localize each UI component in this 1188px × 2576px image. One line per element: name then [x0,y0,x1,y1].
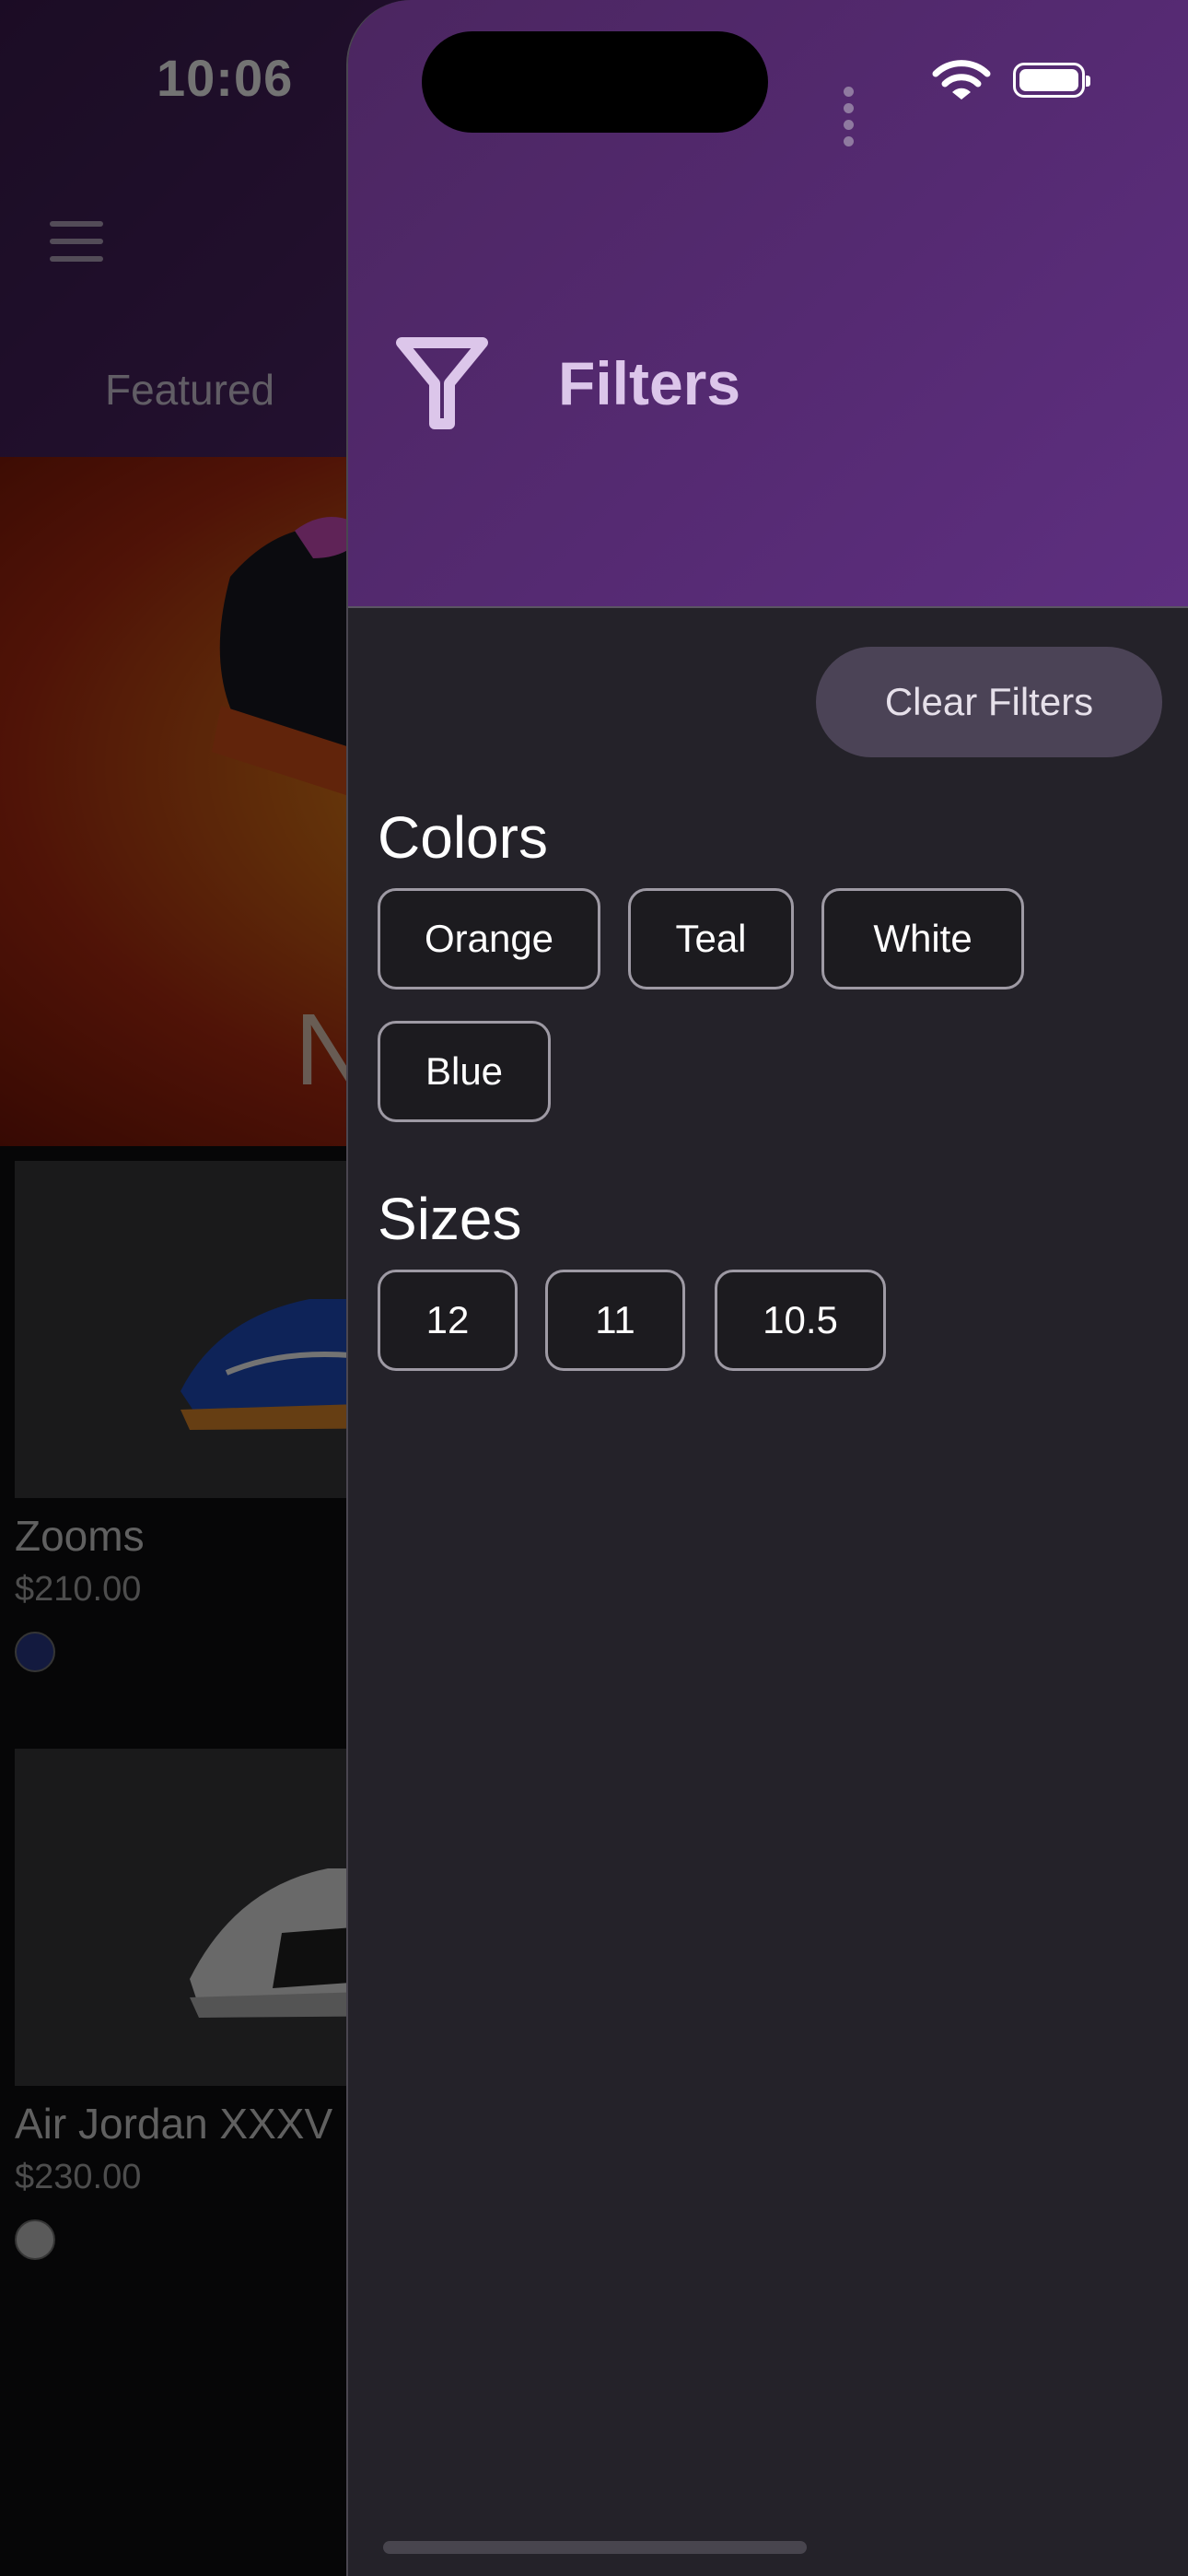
color-swatch[interactable] [15,1632,55,1672]
size-chip-11[interactable]: 11 [545,1270,685,1371]
clear-filters-button[interactable]: Clear Filters [816,647,1162,757]
color-chip-orange[interactable]: Orange [378,888,600,989]
color-chip-white[interactable]: White [821,888,1024,989]
tab-featured[interactable]: Featured [105,365,274,415]
size-chip-10-5[interactable]: 10.5 [715,1270,886,1371]
dynamic-island [422,31,768,133]
home-indicator[interactable] [383,2541,807,2554]
size-chip-12[interactable]: 12 [378,1270,518,1371]
filter-funnel-icon [396,337,488,429]
sizes-section-title: Sizes [378,1186,522,1252]
drawer-header: Filters [348,0,1188,608]
color-swatch[interactable] [15,2219,55,2260]
color-chip-blue[interactable]: Blue [378,1021,551,1122]
menu-icon[interactable] [50,221,103,262]
filters-drawer: Filters Clear Filters Colors Orange Teal… [346,0,1188,2576]
signal-icon [844,85,861,151]
color-chip-teal[interactable]: Teal [628,888,794,989]
wifi-icon [932,60,991,100]
colors-section-title: Colors [378,804,548,871]
drawer-title: Filters [558,349,741,417]
status-time: 10:06 [157,49,294,107]
battery-icon [1013,63,1090,98]
